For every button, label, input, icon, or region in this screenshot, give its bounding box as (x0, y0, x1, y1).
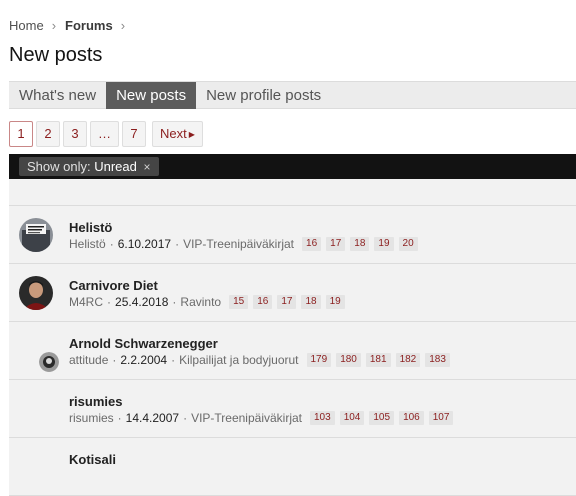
separator-dot: · (107, 295, 112, 309)
thread-meta: attitude · 2.2.2004 · Kilpailijat ja bod… (69, 353, 455, 367)
thread-title[interactable]: Helistö (69, 220, 112, 235)
page-link[interactable]: 15 (229, 295, 249, 309)
thread-page-links: 179 180 181 182 183 (306, 353, 455, 367)
caret-right-icon: ▶ (188, 130, 195, 139)
thread-meta: risumies · 14.4.2007 · VIP-Treenipäiväki… (69, 411, 458, 425)
page-link[interactable]: 16 (253, 295, 273, 309)
pagination: 1 2 3 … 7 Next ▶ (9, 121, 206, 147)
separator-dot: · (171, 353, 176, 367)
page-link[interactable]: 17 (277, 295, 297, 309)
separator-dot: · (175, 237, 180, 251)
tab-new-posts[interactable]: New posts (106, 82, 197, 109)
thread-row[interactable]: Carnivore Diet M4RC · 25.4.2018 · Ravint… (9, 264, 576, 322)
thread-author[interactable]: Helistö (69, 237, 106, 251)
page-link[interactable]: 183 (425, 353, 450, 367)
page-link[interactable]: 103 (310, 411, 335, 425)
thread-meta: Helistö · 6.10.2017 · VIP-Treenipäiväkir… (69, 237, 423, 251)
page-link[interactable]: 18 (301, 295, 321, 309)
thread-title[interactable]: risumies (69, 394, 122, 409)
page-link[interactable]: 19 (325, 295, 345, 309)
thread-row[interactable]: Arnold Schwarzenegger attitude · 2.2.200… (9, 322, 576, 380)
avatar[interactable] (19, 276, 53, 310)
page-link[interactable]: 17 (326, 237, 346, 251)
thread-author[interactable]: attitude (69, 353, 108, 367)
page-link[interactable]: 16 (302, 237, 322, 251)
page-link[interactable]: 182 (395, 353, 421, 367)
thread-forum[interactable]: Ravinto (180, 295, 221, 309)
page-link[interactable]: 18 (350, 237, 370, 251)
page-link[interactable]: 104 (339, 411, 365, 425)
breadcrumb-forums[interactable]: Forums (65, 18, 113, 33)
separator-dot: · (109, 237, 114, 251)
filter-chip-unread[interactable]: Show only: Unread × (19, 157, 159, 176)
avatar[interactable] (39, 352, 59, 372)
thread-row[interactable]: Helistö Helistö · 6.10.2017 · VIP-Treeni… (9, 206, 576, 264)
separator-dot: · (117, 411, 122, 425)
tab-whats-new[interactable]: What's new (9, 82, 106, 109)
avatar[interactable] (19, 218, 53, 252)
page-title: New posts (9, 44, 103, 66)
page-link[interactable]: 180 (336, 353, 361, 367)
next-label: Next (160, 126, 187, 141)
page-link[interactable]: 19 (374, 237, 394, 251)
thread-forum[interactable]: VIP-Treenipäiväkirjat (183, 237, 294, 251)
close-icon[interactable]: × (143, 160, 150, 174)
filter-label: Show only: (27, 159, 91, 174)
page-link[interactable]: 179 (306, 353, 332, 367)
thread-author[interactable]: risumies (69, 411, 114, 425)
thread-page-links: 15 16 17 18 19 (229, 295, 350, 309)
breadcrumb: Home › Forums › (9, 18, 134, 33)
thread-date: 25.4.2018 (115, 295, 169, 309)
thread-forum[interactable]: VIP-Treenipäiväkirjat (191, 411, 302, 425)
separator-dot: · (112, 353, 117, 367)
page-link[interactable]: 105 (369, 411, 395, 425)
tab-new-profile-posts[interactable]: New profile posts (196, 82, 331, 109)
thread-date: 6.10.2017 (117, 237, 172, 251)
list-header (9, 179, 576, 206)
filter-bar: Show only: Unread × (9, 154, 576, 179)
separator-dot: · (172, 295, 177, 309)
thread-author[interactable]: M4RC (69, 295, 103, 309)
page-link[interactable]: 106 (399, 411, 424, 425)
thread-meta: M4RC · 25.4.2018 · Ravinto 15 16 17 18 1… (69, 295, 350, 309)
thread-row[interactable]: Kotisali (9, 438, 576, 496)
next-page-button[interactable]: Next ▶ (152, 121, 203, 147)
page-button-7[interactable]: 7 (122, 121, 146, 147)
page-link[interactable]: 181 (365, 353, 391, 367)
thread-list: Helistö Helistö · 6.10.2017 · VIP-Treeni… (9, 206, 576, 496)
tab-bar: What's new New posts New profile posts (9, 81, 576, 109)
thread-page-links: 103 104 105 106 107 (310, 411, 458, 425)
separator-dot: · (183, 411, 188, 425)
breadcrumb-home[interactable]: Home (9, 18, 44, 33)
thread-date: 14.4.2007 (125, 411, 180, 425)
thread-title[interactable]: Carnivore Diet (69, 278, 158, 293)
page-link[interactable]: 107 (428, 411, 454, 425)
thread-forum[interactable]: Kilpailijat ja bodyjuorut (179, 353, 298, 367)
filter-value: Unread (94, 159, 137, 174)
page-button-2[interactable]: 2 (36, 121, 60, 147)
thread-page-links: 16 17 18 19 20 (302, 237, 423, 251)
thread-title[interactable]: Arnold Schwarzenegger (69, 336, 218, 351)
page-button-1[interactable]: 1 (9, 121, 33, 147)
chevron-right-icon: › (120, 18, 126, 33)
page-button-3[interactable]: 3 (63, 121, 87, 147)
chevron-right-icon: › (51, 18, 57, 33)
page-link[interactable]: 20 (398, 237, 418, 251)
thread-row[interactable]: risumies risumies · 14.4.2007 · VIP-Tree… (9, 380, 576, 438)
thread-date: 2.2.2004 (120, 353, 168, 367)
page-ellipsis-button[interactable]: … (90, 121, 119, 147)
